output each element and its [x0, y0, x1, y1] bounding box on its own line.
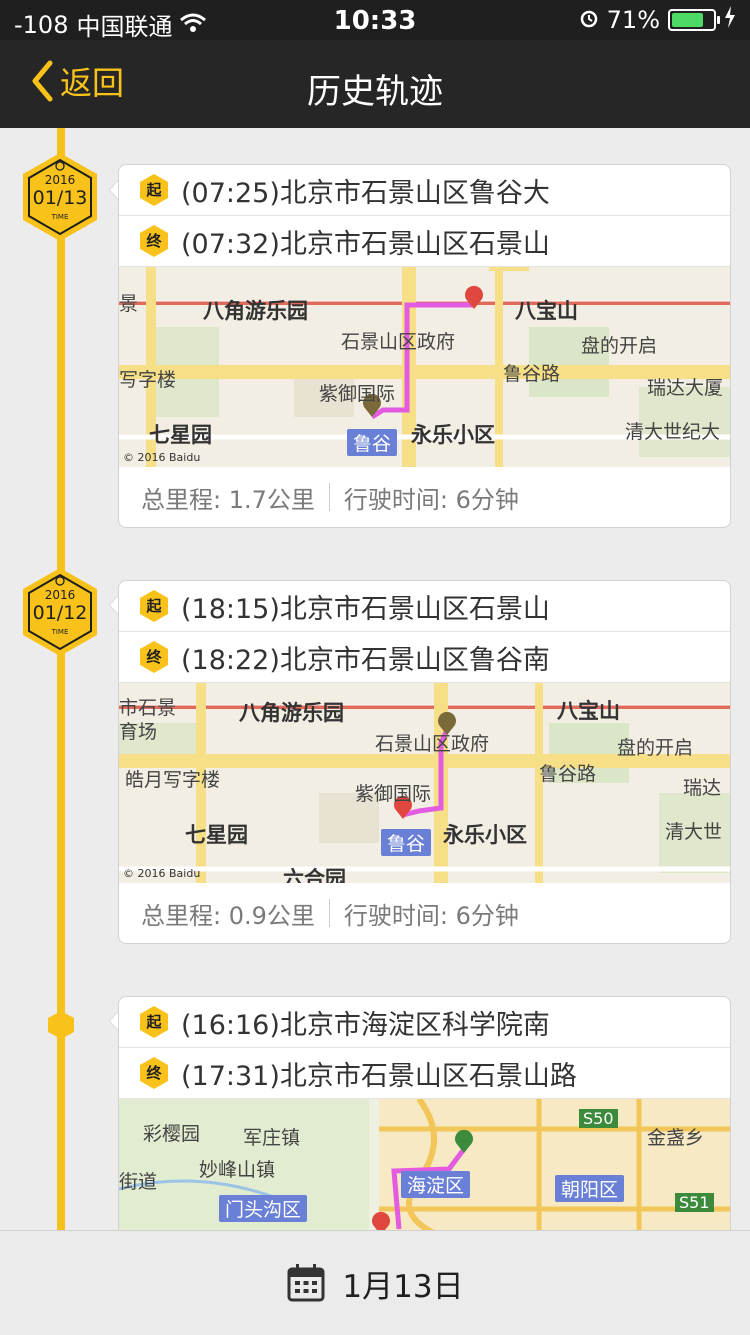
map-label: 七星园 [185, 823, 248, 847]
timeline-line [57, 128, 65, 1238]
map-label: 皓月写字楼 [125, 769, 221, 791]
stats-divider [328, 899, 330, 927]
trip-card[interactable]: 起 (18:15)北京市石景山区石景山 终 (18:22)北京市石景山区鲁谷南 … [118, 580, 731, 944]
calendar-icon [287, 1264, 325, 1302]
map-label: 紫御国际 [319, 383, 396, 405]
trip-end-text: (17:31)北京市石景山区石景山路 [181, 1060, 577, 1092]
map-label: 七星园 [149, 423, 212, 447]
trip-end-text: (18:22)北京市石景山区鲁谷南 [181, 644, 550, 676]
map-label: 石景山区政府 [341, 331, 456, 353]
trip-stats: 总里程: 1.7公里 行驶时间: 6分钟 [119, 467, 730, 527]
map-label: 八角游乐园 [203, 299, 308, 323]
map-label: 石景山区政府 [375, 733, 490, 755]
end-tag: 终 [139, 640, 169, 674]
page-title: 历史轨迹 [307, 72, 443, 112]
battery-icon [668, 9, 720, 31]
start-tag: 起 [139, 173, 169, 207]
map-label: 军庄镇 [243, 1127, 301, 1149]
map-label: 瑞达大厦 [647, 377, 724, 399]
map-label: 六合园 [283, 867, 346, 883]
date-badge: 2016 01/12 TIME [20, 566, 100, 658]
end-tag: 终 [139, 1056, 169, 1090]
trip-start-text: (18:15)北京市石景山区石景山 [181, 593, 550, 625]
selected-date: 1月13日 [342, 1268, 464, 1305]
start-tag: 起 [139, 589, 169, 623]
trip-end-text: (07:32)北京市石景山区石景山 [181, 228, 550, 260]
trip-start-text: (07:25)北京市石景山区鲁谷大 [181, 177, 550, 209]
map-label: 金盏乡 [647, 1127, 705, 1149]
map-label: 彩樱园 [143, 1123, 201, 1145]
map-label: 鲁谷路 [503, 363, 561, 385]
map-label: 市石景 [119, 697, 177, 719]
map-copyright: © 2016 Baidu [123, 451, 201, 464]
trip-card[interactable]: 起 (16:16)北京市海淀区科学院南 终 (17:31)北京市石景山区石景山路… [118, 996, 731, 1238]
map-label: 盘的开启 [617, 737, 694, 759]
map-label: 八宝山 [515, 299, 578, 323]
date-picker-bar[interactable]: 1月13日 [0, 1230, 750, 1335]
map-label: 朝阳区 [555, 1175, 625, 1202]
map-label: 街道 [119, 1171, 158, 1193]
status-bar: -108 中国联通 10:33 71% [0, 0, 750, 41]
trip-distance: 总里程: 1.7公里 [141, 485, 315, 514]
map-label: 海淀区 [401, 1171, 471, 1198]
map-label: 鲁谷路 [539, 763, 597, 785]
tag-label: 终 [146, 232, 162, 250]
map-label: 清大世纪大 [625, 421, 721, 443]
map-label: 妙峰山镇 [199, 1159, 276, 1181]
timeline-dot [46, 1010, 76, 1040]
date-badge: 2016 01/13 TIME [20, 151, 100, 243]
map-label: 育场 [119, 721, 158, 743]
map-label: 写字楼 [119, 369, 177, 391]
map-label: 瑞达 [683, 777, 722, 799]
trip-duration: 行驶时间: 6分钟 [343, 901, 519, 930]
map-label: 门头沟区 [219, 1195, 308, 1222]
route-map[interactable]: 市石景 育场 八角游乐园 八宝山 石景山区政府 盘的开启 鲁谷路 皓月写字楼 紫… [119, 683, 730, 883]
map-label: 景 [119, 293, 139, 315]
map-label: 八宝山 [557, 699, 620, 723]
map-label: S51 [675, 1193, 714, 1212]
trip-end-row: 终 (17:31)北京市石景山区石景山路 [119, 1048, 730, 1099]
tag-label: 终 [146, 648, 162, 666]
start-tag: 起 [139, 1005, 169, 1039]
trip-start-row: 起 (07:25)北京市石景山区鲁谷大 [119, 165, 730, 216]
map-label: 盘的开启 [581, 335, 658, 357]
trip-end-row: 终 (07:32)北京市石景山区石景山 [119, 216, 730, 267]
tag-label: 起 [146, 181, 162, 199]
map-label: 鲁谷 [381, 829, 432, 856]
map-label: 永乐小区 [443, 823, 527, 847]
trip-distance: 总里程: 0.9公里 [141, 901, 315, 930]
route-map[interactable]: 八角游乐园 八宝山 石景山区政府 盘的开启 鲁谷路 写字楼 紫御国际 瑞达大厦 … [119, 267, 730, 467]
map-label: 八角游乐园 [239, 701, 344, 725]
map-label: 永乐小区 [411, 423, 495, 447]
end-tag: 终 [139, 224, 169, 258]
trip-end-row: 终 (18:22)北京市石景山区鲁谷南 [119, 632, 730, 683]
trip-start-text: (16:16)北京市海淀区科学院南 [181, 1009, 550, 1041]
nav-bar: 返回 历史轨迹 [0, 40, 750, 128]
map-label: S50 [579, 1109, 618, 1128]
battery-percent: 71% [606, 6, 660, 34]
trip-start-row: 起 (16:16)北京市海淀区科学院南 [119, 997, 730, 1048]
route-map[interactable]: 彩樱园 军庄镇 S50 金盏乡 街道 妙峰山镇 海淀区 朝阳区 门头沟区 S51 [119, 1099, 730, 1237]
map-copyright: © 2016 Baidu [123, 867, 201, 880]
tag-label: 起 [146, 597, 162, 615]
trip-stats: 总里程: 0.9公里 行驶时间: 6分钟 [119, 883, 730, 943]
stats-divider [328, 483, 330, 511]
trip-card[interactable]: 起 (07:25)北京市石景山区鲁谷大 终 (07:32)北京市石景山区石景山 … [118, 164, 731, 528]
map-label: 紫御国际 [355, 783, 432, 805]
map-label: 鲁谷 [347, 429, 398, 456]
charging-icon [724, 6, 736, 34]
alarm-icon [579, 6, 599, 34]
trip-start-row: 起 (18:15)北京市石景山区石景山 [119, 581, 730, 632]
map-label: 清大世 [665, 821, 723, 843]
tag-label: 终 [146, 1064, 162, 1082]
trip-duration: 行驶时间: 6分钟 [343, 485, 519, 514]
tag-label: 起 [146, 1013, 162, 1031]
